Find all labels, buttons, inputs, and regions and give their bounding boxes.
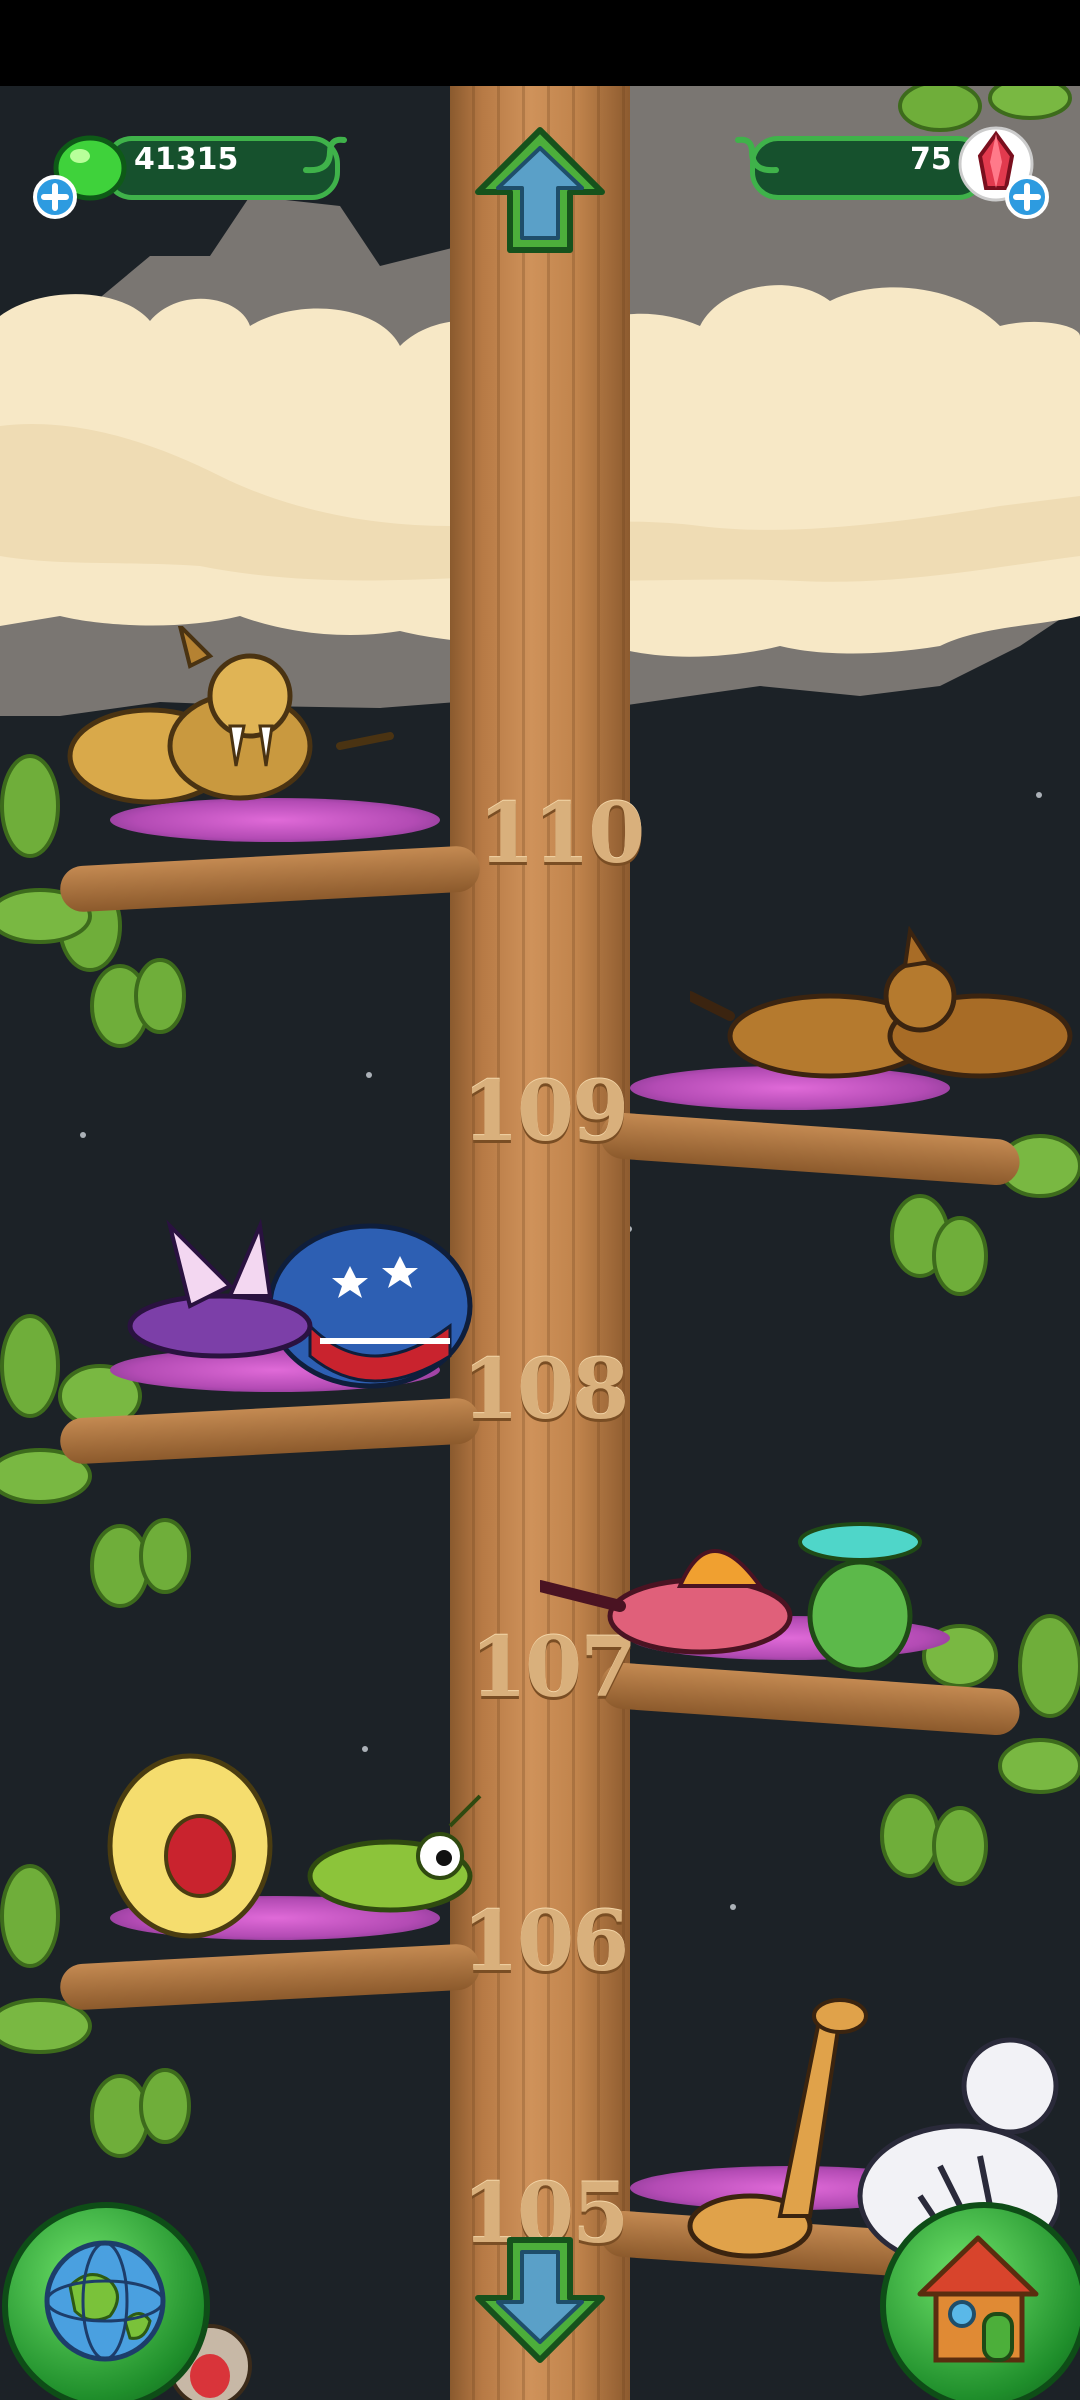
arrow-down-icon[interactable] xyxy=(470,2228,610,2368)
add-gems-plus-icon[interactable] xyxy=(1004,174,1050,220)
globe-icon xyxy=(44,2240,166,2362)
tree-scene[interactable]: 110 109 108 107 106 105 41315 75 xyxy=(0,86,1080,2400)
level-number: 110 xyxy=(478,786,645,882)
coins-value: 41315 xyxy=(134,142,239,177)
gems-value: 75 xyxy=(910,142,952,177)
add-coins-plus-icon[interactable] xyxy=(32,174,78,220)
level-number: 109 xyxy=(462,1064,629,1160)
star xyxy=(1036,792,1042,798)
vine-decoration-icon xyxy=(735,136,779,174)
spinosaurus-and-turtle-animal[interactable] xyxy=(540,1506,940,1686)
sabertooth-cats-animal[interactable] xyxy=(40,626,400,836)
star xyxy=(730,1904,736,1910)
wolves-animal[interactable] xyxy=(690,926,1080,1116)
yeti-and-grasshopper-animal[interactable] xyxy=(90,1706,490,1946)
star xyxy=(366,1072,372,1078)
status-bar xyxy=(0,0,1080,86)
vine-decoration-icon xyxy=(303,136,347,174)
arrow-up-icon[interactable] xyxy=(470,122,610,262)
house-icon xyxy=(917,2235,1039,2363)
star xyxy=(80,1132,86,1138)
whale-and-pterodactyl-animal[interactable] xyxy=(110,1206,490,1406)
